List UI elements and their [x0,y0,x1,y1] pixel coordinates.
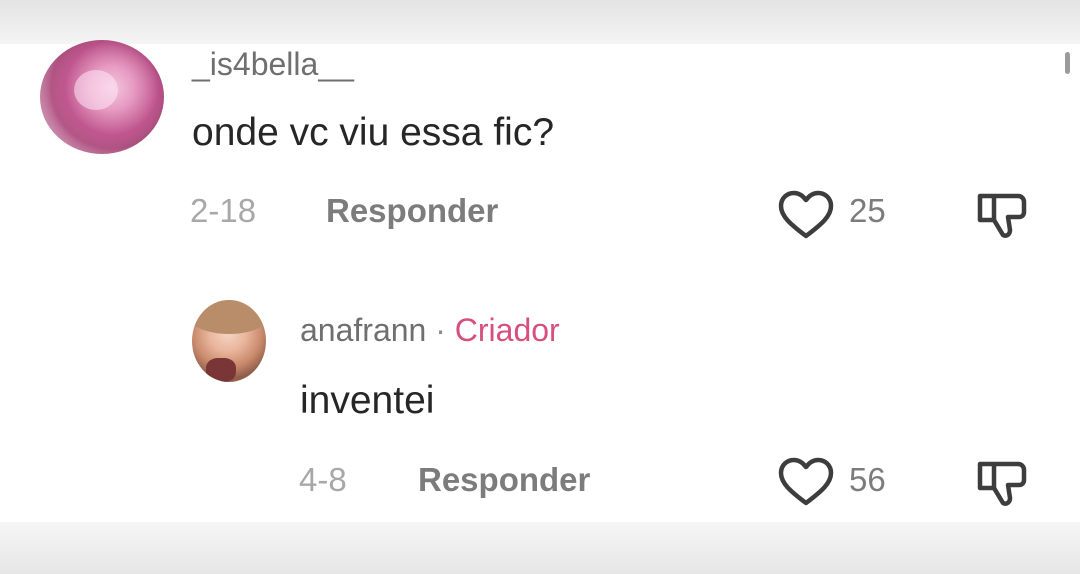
separator-dot: · [435,312,446,348]
scrollbar[interactable] [1065,52,1070,74]
reply-button[interactable]: Responder [418,460,590,500]
thumbs-down-icon[interactable] [972,452,1032,512]
comment-text: inventei [300,379,435,422]
heart-icon[interactable] [776,456,836,508]
comment-username[interactable]: anafrann [300,312,426,348]
thumbs-down-icon[interactable] [972,184,1032,244]
heart-icon[interactable] [776,189,836,241]
comment-date: 2-18 [190,192,257,229]
top-blur-band [0,0,1080,44]
avatar[interactable] [40,40,164,154]
bottom-blur-band [0,522,1080,574]
comment-author-line: anafrann · Criador [300,310,560,350]
comment-username[interactable]: _is4bella__ [192,44,354,84]
avatar[interactable] [192,300,266,382]
like-count: 56 [849,461,886,498]
comment-text: onde vc viu essa fic? [192,111,555,154]
like-count: 25 [849,192,886,229]
comment-date: 4-8 [299,461,347,498]
reply-button[interactable]: Responder [326,191,498,231]
creator-badge: Criador [454,312,560,348]
